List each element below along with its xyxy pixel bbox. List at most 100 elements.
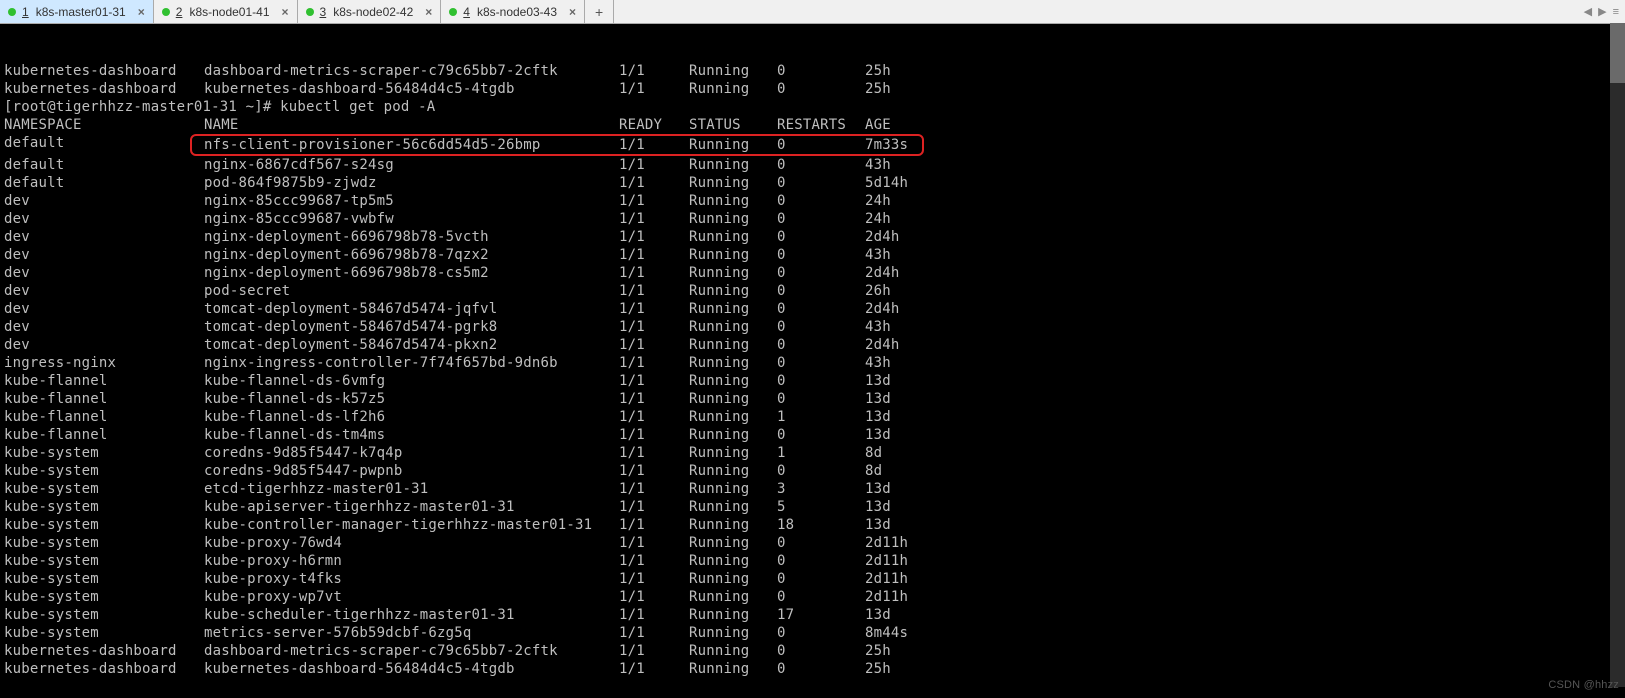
status-dot-icon [8,8,16,16]
cell-restarts: 0 [777,282,865,300]
cell-ready: 1/1 [619,62,689,80]
cell-ready: 1/1 [619,300,689,318]
cell-name: kube-proxy-76wd4 [204,534,619,552]
table-row: devtomcat-deployment-58467d5474-jqfvl1/1… [4,300,1621,318]
cell-restarts: 5 [777,498,865,516]
cell-age: 8d [865,444,882,462]
cell-namespace: default [4,134,204,156]
cell-restarts: 0 [777,80,865,98]
cell-namespace: dev [4,210,204,228]
cell-namespace: kube-system [4,480,204,498]
cell-namespace: kube-system [4,462,204,480]
cell-age: 43h [865,354,891,372]
cell-restarts: 0 [777,210,865,228]
close-icon[interactable]: × [138,5,145,19]
cell-age: 43h [865,156,891,174]
nav-left-icon[interactable]: ◀ [1584,5,1592,18]
nav-right-icon[interactable]: ▶ [1598,5,1606,18]
cell-namespace: default [4,174,204,192]
cell-ready: 1/1 [619,372,689,390]
cell-restarts: 0 [777,534,865,552]
table-row: kubernetes-dashboarddashboard-metrics-sc… [4,62,1621,80]
shell-prompt: [root@tigerhhzz-master01-31 ~]# kubectl … [4,98,1621,116]
cell-name: kube-flannel-ds-k57z5 [204,390,619,408]
cell-ready: 1/1 [619,660,689,678]
cell-status: Running [689,408,777,426]
table-header: NAMESPACENAMEREADYSTATUSRESTARTSAGE [4,116,1621,134]
cell-namespace: dev [4,336,204,354]
table-row: kube-flannelkube-flannel-ds-6vmfg1/1Runn… [4,372,1621,390]
cell-namespace: kube-flannel [4,426,204,444]
cell-name: nginx-ingress-controller-7f74f657bd-9dn6… [204,354,619,372]
cell-status: STATUS [689,116,777,134]
table-row: kube-systemmetrics-server-576b59dcbf-6zg… [4,624,1621,642]
cell-status: Running [689,300,777,318]
cell-ready: 1/1 [619,462,689,480]
table-row: kube-systemkube-controller-manager-tiger… [4,516,1621,534]
tab-k8s-node03-43[interactable]: 4k8s-node03-43× [441,0,585,23]
cell-namespace: dev [4,246,204,264]
tab-k8s-node02-42[interactable]: 3k8s-node02-42× [298,0,442,23]
tab-nav: ◀ ▶ ≡ [1578,0,1625,23]
tab-index: 3 [320,5,328,19]
cell-name: NAME [204,116,619,134]
cell-namespace: kube-system [4,606,204,624]
add-tab-button[interactable]: + [585,0,614,23]
cell-namespace: kube-flannel [4,390,204,408]
close-icon[interactable]: × [282,5,289,19]
cell-ready: 1/1 [619,354,689,372]
cell-status: Running [689,480,777,498]
cell-name: metrics-server-576b59dcbf-6zg5q [204,624,619,642]
tab-index: 4 [463,5,471,19]
cell-ready: 1/1 [619,570,689,588]
table-row: kube-flannelkube-flannel-ds-k57z51/1Runn… [4,390,1621,408]
close-icon[interactable]: × [425,5,432,19]
cell-age: 13d [865,408,891,426]
cell-age: 2d11h [865,552,908,570]
cell-name: tomcat-deployment-58467d5474-jqfvl [204,300,619,318]
cell-restarts: 1 [777,408,865,426]
cell-name: pod-864f9875b9-zjwdz [204,174,619,192]
cell-name: kube-proxy-wp7vt [204,588,619,606]
cell-namespace: kubernetes-dashboard [4,62,204,80]
cell-name: nginx-6867cdf567-s24sg [204,156,619,174]
cell-ready: 1/1 [619,336,689,354]
cell-age: 2d11h [865,570,908,588]
nav-menu-icon[interactable]: ≡ [1613,6,1619,18]
cell-age: 13d [865,606,891,624]
cell-restarts: 0 [777,552,865,570]
cell-name: nfs-client-provisioner-56c6dd54d5-26bmp [204,136,619,154]
cell-status: Running [689,228,777,246]
table-row: kube-systemcoredns-9d85f5447-k7q4p1/1Run… [4,444,1621,462]
cell-restarts: 0 [777,570,865,588]
cell-age: 8d [865,462,882,480]
cell-restarts: 0 [777,246,865,264]
cell-name: dashboard-metrics-scraper-c79c65bb7-2cft… [204,642,619,660]
table-row: kube-systemcoredns-9d85f5447-pwpnb1/1Run… [4,462,1621,480]
cell-restarts: 1 [777,444,865,462]
cell-restarts: 0 [777,228,865,246]
tab-index: 2 [176,5,184,19]
cell-status: Running [689,246,777,264]
tab-k8s-master01-31[interactable]: 1k8s-master01-31× [0,0,154,23]
cell-age: 8m44s [865,624,908,642]
cell-namespace: kube-system [4,570,204,588]
cell-restarts: 0 [777,588,865,606]
cell-restarts: 3 [777,480,865,498]
cell-status: Running [689,642,777,660]
cell-name: nginx-85ccc99687-vwbfw [204,210,619,228]
table-row: devnginx-85ccc99687-tp5m51/1Running024h [4,192,1621,210]
cell-name: kube-apiserver-tigerhhzz-master01-31 [204,498,619,516]
cell-status: Running [689,156,777,174]
cell-restarts: 0 [777,136,865,154]
cell-name: kube-proxy-t4fks [204,570,619,588]
cell-ready: READY [619,116,689,134]
cell-status: Running [689,498,777,516]
cell-status: Running [689,264,777,282]
cell-ready: 1/1 [619,210,689,228]
close-icon[interactable]: × [569,5,576,19]
cell-ready: 1/1 [619,246,689,264]
cell-ready: 1/1 [619,588,689,606]
terminal-output[interactable]: kubernetes-dashboard dashboard-metrics-sc… [0,24,1625,698]
tab-k8s-node01-41[interactable]: 2k8s-node01-41× [154,0,298,23]
